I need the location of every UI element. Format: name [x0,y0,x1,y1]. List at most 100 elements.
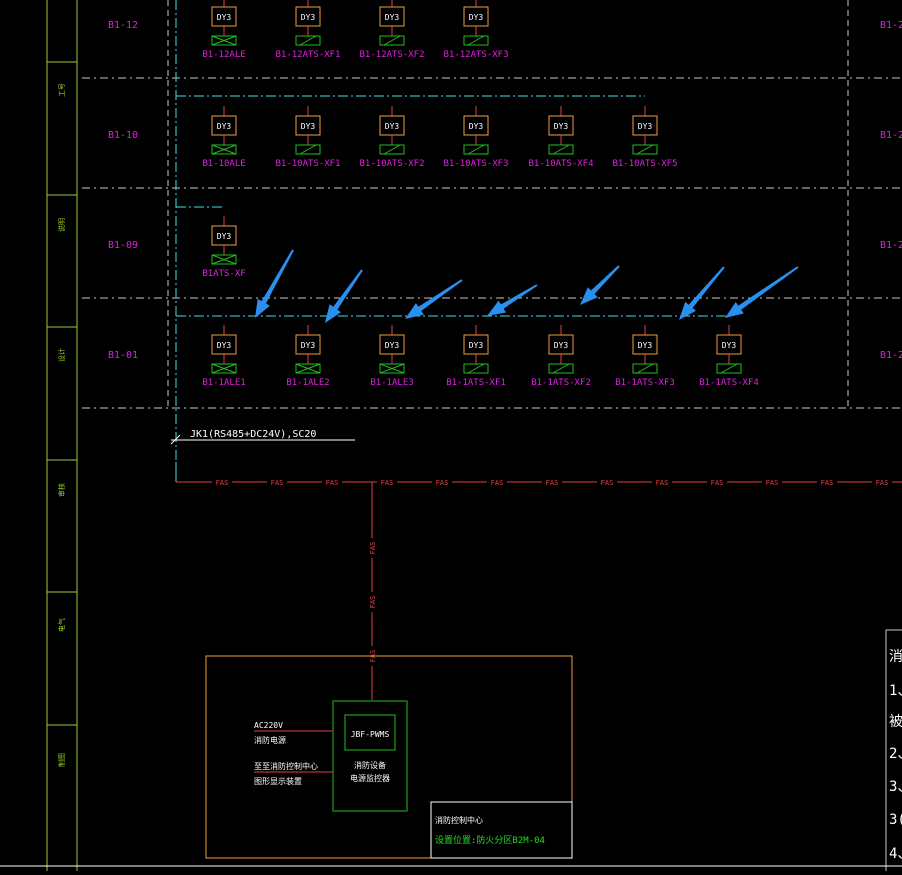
monitor-device[interactable]: DY3 B1-1ALE2 [286,325,330,388]
monitor-device[interactable]: DY3 B1-1ALE3 [370,325,414,388]
annotation-arrow-icon [255,249,294,318]
note-line: 2、 [889,746,902,762]
module-label: DY3 [385,13,400,22]
device-name: B1-1ATS-XF1 [446,378,506,388]
annotation-arrow-icon [679,266,725,320]
annotation-arrow-icon [725,266,799,318]
module-label: DY3 [554,341,569,350]
monitor-device[interactable]: DY3 B1-1ATS-XF4 [699,325,759,388]
device-name: B1-12ATS-XF1 [275,50,340,60]
room-location: 设置位置:防火分区B2M-04 [435,834,545,846]
device-name: B1-10ATS-XF1 [275,159,340,169]
device-name: B1-10ATS-XF3 [443,159,508,169]
room-label: 消防控制中心 [435,815,483,825]
module-label: DY3 [385,122,400,131]
floor-label: B1-10 [108,130,138,141]
strip-label: 制图 [57,753,66,767]
fas-label: FAS [381,479,394,487]
fas-label: FAS [821,479,834,487]
cable-annotation: JK1(RS485+DC24V),SC20 [170,429,355,445]
module-label: DY3 [469,122,484,131]
annotation-arrow-icon [405,279,463,319]
device-name: B1-1ATS-XF2 [531,378,591,388]
fas-label: FAS [876,479,889,487]
fas-label: FAS [491,479,504,487]
fas-label: FAS [369,596,377,609]
note-line: 消 [889,649,902,665]
monitor-device[interactable]: DY3 B1-10ATS-XF3 [443,106,509,169]
device-name: B1-1ALE2 [286,378,329,388]
power-monitor-host[interactable] [332,700,408,812]
monitor-device[interactable]: DY3 B1-10ATS-XF2 [359,106,425,169]
control-center-panel: JBF-PWMS 消防设备 电源监控器 AC220V 消防电源 至至消防控制中心… [205,655,573,859]
fas-bus: FAS FAS FAS FAS FAS FAS FAS FAS FAS FAS FAS FAS FAS F… [175,462,902,700]
module-label: DY3 [217,122,232,131]
monitor-device[interactable]: DY3 B1-12ATS-XF1 [275,0,341,60]
device-name: B1-1ATS-XF3 [615,378,675,388]
module-label: DY3 [301,341,316,350]
note-line: 3( [889,812,902,828]
fas-label: FAS [601,479,614,487]
module-label: DY3 [301,122,316,131]
fas-label: FAS [326,479,339,487]
device-name: B1-12ALE [202,50,245,60]
device-name: B1-10ATS-XF2 [359,159,424,169]
host-label-2: 电源监控器 [350,773,390,783]
floor-label: B1-09 [108,240,138,251]
floor-label: B1-01 [108,350,138,361]
monitor-device[interactable]: DY3 B1-10ATS-XF5 [612,106,678,169]
annotation-arrows [255,249,799,323]
fas-label: FAS [436,479,449,487]
title-strip: 工号说明设计审核电气制图 [46,0,78,871]
module-label: DY3 [217,341,232,350]
floor-grid [82,0,902,409]
strip-label: 说明 [57,218,66,232]
monitor-device[interactable]: DY3 B1-1ATS-XF3 [615,325,675,388]
monitor-device[interactable]: DY3 B1-10ATS-XF1 [275,106,341,169]
monitor-device[interactable]: DY3 B1-12ATS-XF2 [359,0,425,60]
floor-label-cut: B1-2 [880,130,902,141]
fas-label: FAS [216,479,229,487]
monitor-device[interactable]: DY3 B1-1ALE1 [202,325,246,388]
cad-drawing-viewport[interactable]: 工号 说明 设计 审核 电气 制图 B1-12 B1-2 DY3 B1-12ALE DY3 B1-1… [0,0,902,871]
host-model: JBF-PWMS [351,730,390,739]
module-label: DY3 [301,13,316,22]
device-name: B1-10ALE [202,159,245,169]
strip-label: 设计 [57,348,66,362]
device-name: B1-1ATS-XF4 [699,378,759,388]
module-label: DY3 [722,341,737,350]
device-name: B1-10ATS-XF5 [612,159,677,169]
fas-label: FAS [546,479,559,487]
floor-label: B1-12 [108,20,138,31]
fire-power-monitoring-diagram: 工号说明设计审核电气制图 B1-12 B1-2 DY3 B1-12ALE DY3 B1-1… [0,0,902,871]
note-line: 3、 [889,779,902,795]
monitor-device[interactable]: DY3 B1-1ATS-XF1 [446,325,506,388]
floor-label-cut: B1-2 [880,20,902,31]
module-label: DY3 [469,13,484,22]
host-label-1: 消防设备 [354,760,386,770]
monitor-device[interactable]: DY3 B1-10ALE [202,106,246,169]
device-name: B1ATS-XF [202,269,245,279]
floor-label-cut: B1-2 [880,240,902,251]
module-label: DY3 [638,341,653,350]
annotation-arrow-icon [487,284,538,316]
device-name: B1-1ALE3 [370,378,413,388]
module-label: DY3 [469,341,484,350]
strip-label: 电气 [57,618,66,632]
monitor-device[interactable]: DY3 B1-1ATS-XF2 [531,325,591,388]
fas-label: FAS [369,542,377,555]
monitor-device[interactable]: DY3 B1ATS-XF [202,216,246,279]
annotation-arrow-icon [325,269,363,323]
fas-label: FAS [711,479,724,487]
module-label: DY3 [217,232,232,241]
monitor-device[interactable]: DY3 B1-10ATS-XF4 [528,106,594,169]
monitor-device[interactable]: DY3 B1-12ATS-XF3 [443,0,509,60]
cable-label: JK1(RS485+DC24V),SC20 [190,429,316,440]
floor-label-cut: B1-2 [880,350,902,361]
module-label: DY3 [554,122,569,131]
strip-label: 工号 [58,83,66,97]
monitor-device[interactable]: DY3 B1-12ALE [202,0,246,60]
link-label-1: 至至消防控制中心 [254,761,318,771]
note-line: 1、 [889,683,902,699]
power-label-1: AC220V [254,721,283,730]
